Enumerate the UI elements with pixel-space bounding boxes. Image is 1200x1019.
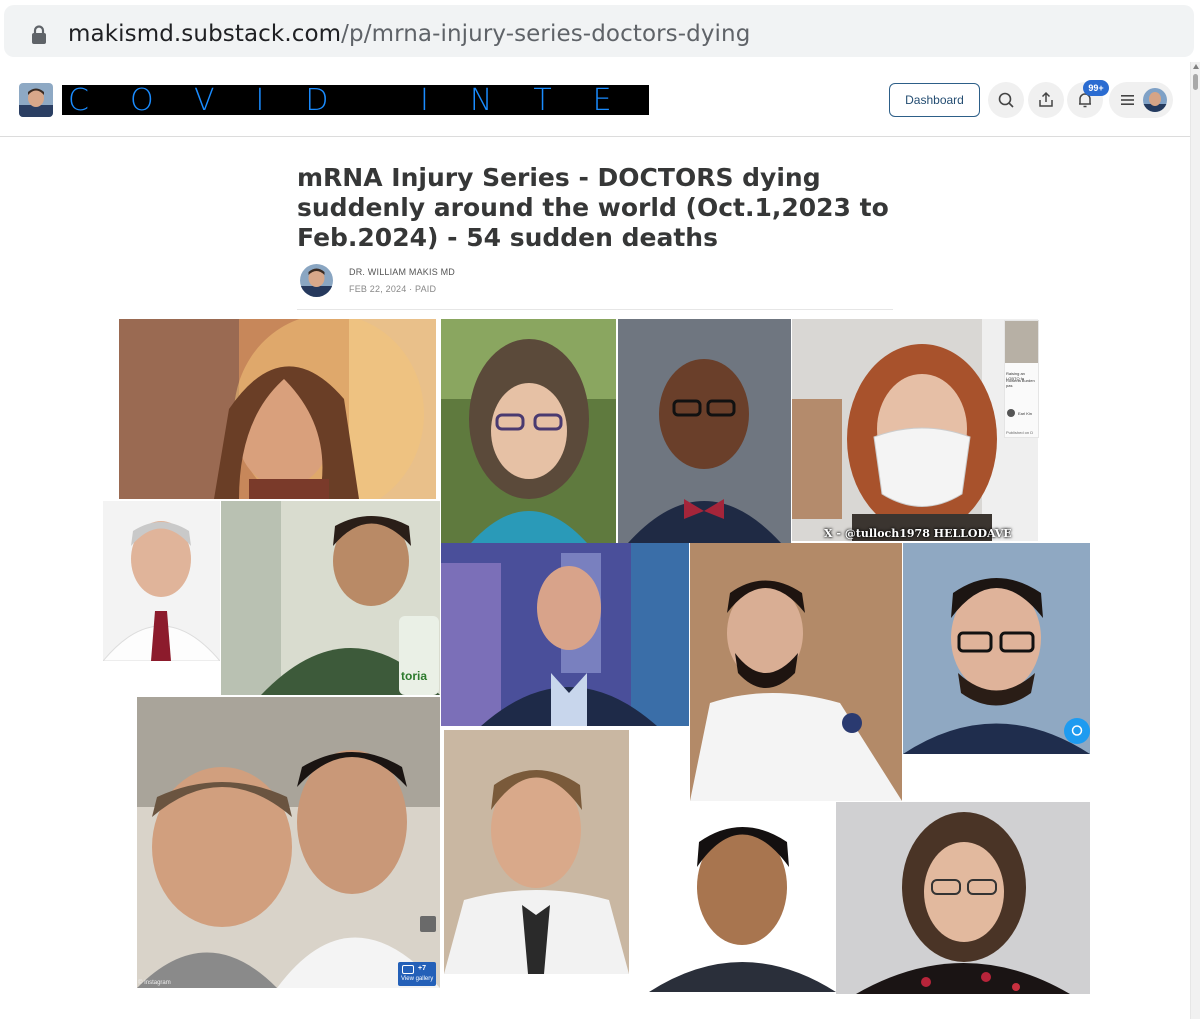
instagram-credit: © Instagram	[138, 980, 171, 986]
gallery-count: +7	[418, 965, 426, 972]
divider	[297, 309, 893, 310]
search-button[interactable]	[988, 82, 1024, 118]
search-icon	[998, 92, 1014, 108]
publication-logo-text: COVID INTEL	[68, 85, 649, 115]
menu-icon	[1121, 95, 1134, 105]
collage-photo-woman-glasses	[441, 319, 616, 543]
url-path: /p/mrna-injury-series-doctors-dying	[341, 21, 751, 47]
collage-social-snippet: Raising an LGBTQ fa Rowena Burden pas Ea…	[1004, 320, 1039, 438]
camera-icon	[402, 965, 414, 974]
publication-logo[interactable]: COVID INTEL	[62, 85, 649, 115]
x-handle-caption: X - @tulloch1978 HELLODAVE	[824, 527, 1012, 540]
publication-avatar[interactable]	[19, 83, 53, 117]
scroll-up-arrow-icon[interactable]	[1193, 64, 1199, 69]
comment-bubble-button[interactable]	[1064, 718, 1090, 744]
account-menu-button[interactable]	[1109, 82, 1173, 118]
author-name[interactable]: DR. WILLIAM MAKIS MD	[349, 267, 455, 277]
post-date: FEB 22, 2024 · PAID	[349, 284, 437, 294]
page-scrollbar[interactable]	[1190, 62, 1200, 1019]
url-text: makismd.substack.com/p/mrna-injury-serie…	[68, 21, 750, 47]
snippet-avatar	[1007, 409, 1015, 417]
notification-badge: 99+	[1083, 80, 1109, 96]
collage-photo-man-beard-glasses	[903, 543, 1090, 754]
collage-photo-man-bowtie	[618, 319, 791, 543]
collage-photo-doctor-white-coat	[444, 730, 629, 974]
site-header: COVID INTEL Dashboard 99+	[0, 62, 1190, 137]
collage-photo-two-men-selfie	[137, 697, 440, 988]
snippet-published: Published on D	[1006, 430, 1034, 435]
lock-icon	[32, 25, 46, 44]
collage-photo-bald-man-tv	[441, 543, 689, 726]
user-avatar	[1143, 88, 1167, 112]
collage-photo-woman-floral	[836, 802, 1090, 994]
scroll-thumb[interactable]	[1193, 74, 1198, 90]
post-title: mRNA Injury Series - DOCTORS dying sudde…	[297, 163, 889, 252]
collage-photo-young-man-glasses: toria	[221, 501, 440, 695]
collage-photo-young-woman-sunlight	[119, 319, 436, 499]
author-avatar[interactable]	[300, 264, 333, 297]
share-button[interactable]	[1028, 82, 1064, 118]
collage-photo-older-man-tie	[103, 501, 220, 661]
view-gallery-button[interactable]: +7 View gallery	[398, 962, 436, 986]
collage-photo-woman-mask	[792, 319, 1038, 541]
url-input[interactable]: makismd.substack.com/p/mrna-injury-serie…	[4, 5, 1194, 57]
snippet-line-2: Rowena Burden pas	[1006, 378, 1035, 388]
share-icon	[1039, 91, 1053, 107]
comment-icon	[1071, 725, 1083, 736]
browser-address-bar: makismd.substack.com/p/mrna-injury-serie…	[0, 0, 1200, 62]
dashboard-button[interactable]: Dashboard	[889, 83, 980, 117]
bottle-label-text: toria	[401, 669, 428, 683]
collage-photo-smiling-man	[649, 802, 836, 992]
share-icon[interactable]	[420, 916, 436, 932]
collage-photo-medical-student	[690, 543, 902, 801]
url-host: makismd.substack.com	[68, 21, 342, 47]
snippet-name: Earl Kin	[1018, 411, 1033, 416]
gallery-label: View gallery	[401, 976, 434, 982]
